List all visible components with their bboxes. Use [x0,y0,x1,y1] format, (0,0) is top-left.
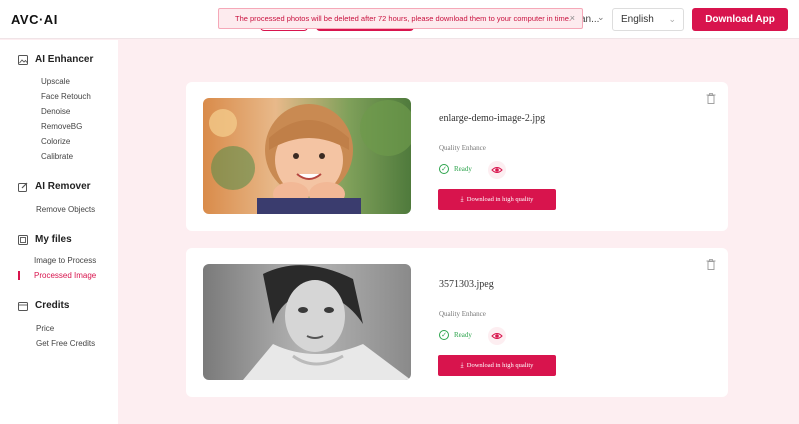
sidebar-section-credits[interactable]: Credits [18,300,69,311]
toast-message: The processed photos will be deleted aft… [235,14,572,23]
sidebar-item-processed-image[interactable]: Processed Image [34,271,96,280]
edit-icon [18,182,28,192]
sidebar-item-get-free-credits[interactable]: Get Free Credits [36,339,95,348]
folder-icon [18,234,28,245]
download-app-button[interactable]: Download App [692,8,788,31]
sidebar-item-image-to-process[interactable]: Image to Process [34,256,96,265]
child-photo [203,98,411,214]
sidebar-item-price[interactable]: Price [36,324,54,333]
language-select[interactable]: English ⌄ [612,8,684,31]
sidebar: AI Enhancer Upscale Face Retouch Denoise… [0,40,118,424]
chevron-down-icon[interactable]: ⌄ [597,12,605,23]
enhance-mode-label: Quality Enhance [439,310,486,318]
sidebar-section-ai-enhancer[interactable]: AI Enhancer [18,54,93,65]
trash-icon[interactable] [706,93,716,104]
download-icon: ⤓ [460,362,464,369]
sidebar-section-my-files[interactable]: My files [18,234,72,245]
active-indicator [18,271,20,280]
sidebar-item-upscale[interactable]: Upscale [41,77,70,86]
preview-eye-button[interactable] [488,161,506,179]
download-high-quality-button[interactable]: ⤓ Download in high quality [438,189,556,210]
trash-icon[interactable] [706,259,716,270]
download-icon: ⤓ [460,196,464,203]
image-icon [18,54,28,65]
processed-file-card: 3571303.jpeg Quality Enhance ✓ Ready ⤓ D… [186,248,728,397]
woman-portrait-photo [203,264,411,380]
eye-icon [491,167,503,173]
wallet-icon [18,301,28,311]
deletion-notice-toast: The processed photos will be deleted aft… [218,8,583,29]
sidebar-item-colorize[interactable]: Colorize [41,137,70,146]
sidebar-item-removebg[interactable]: RemoveBG [41,122,82,131]
status-ready: ✓ Ready [439,330,472,340]
file-name: 3571303.jpeg [439,279,494,290]
preview-eye-button[interactable] [488,327,506,345]
processed-file-card: enlarge-demo-image-2.jpg Quality Enhance… [186,82,728,231]
chevron-down-icon: ⌄ [668,14,676,24]
logo[interactable]: AVC·AI [11,12,58,27]
scrollbar[interactable] [793,40,799,424]
sidebar-item-face-retouch[interactable]: Face Retouch [41,92,91,101]
language-value: English [621,14,654,25]
sidebar-item-remove-objects[interactable]: Remove Objects [36,205,95,214]
check-circle-icon: ✓ [439,164,449,174]
sidebar-item-calibrate[interactable]: Calibrate [41,152,73,161]
eye-icon [491,333,503,339]
download-high-quality-button[interactable]: ⤓ Download in high quality [438,355,556,376]
enhance-mode-label: Quality Enhance [439,144,486,152]
sidebar-section-ai-remover[interactable]: AI Remover [18,181,91,192]
check-circle-icon: ✓ [439,330,449,340]
status-ready: ✓ Ready [439,164,472,174]
sidebar-item-denoise[interactable]: Denoise [41,107,70,116]
processed-thumbnail[interactable] [203,98,411,214]
close-icon[interactable]: × [570,9,575,28]
processed-thumbnail[interactable] [203,264,411,380]
file-name: enlarge-demo-image-2.jpg [439,113,546,124]
